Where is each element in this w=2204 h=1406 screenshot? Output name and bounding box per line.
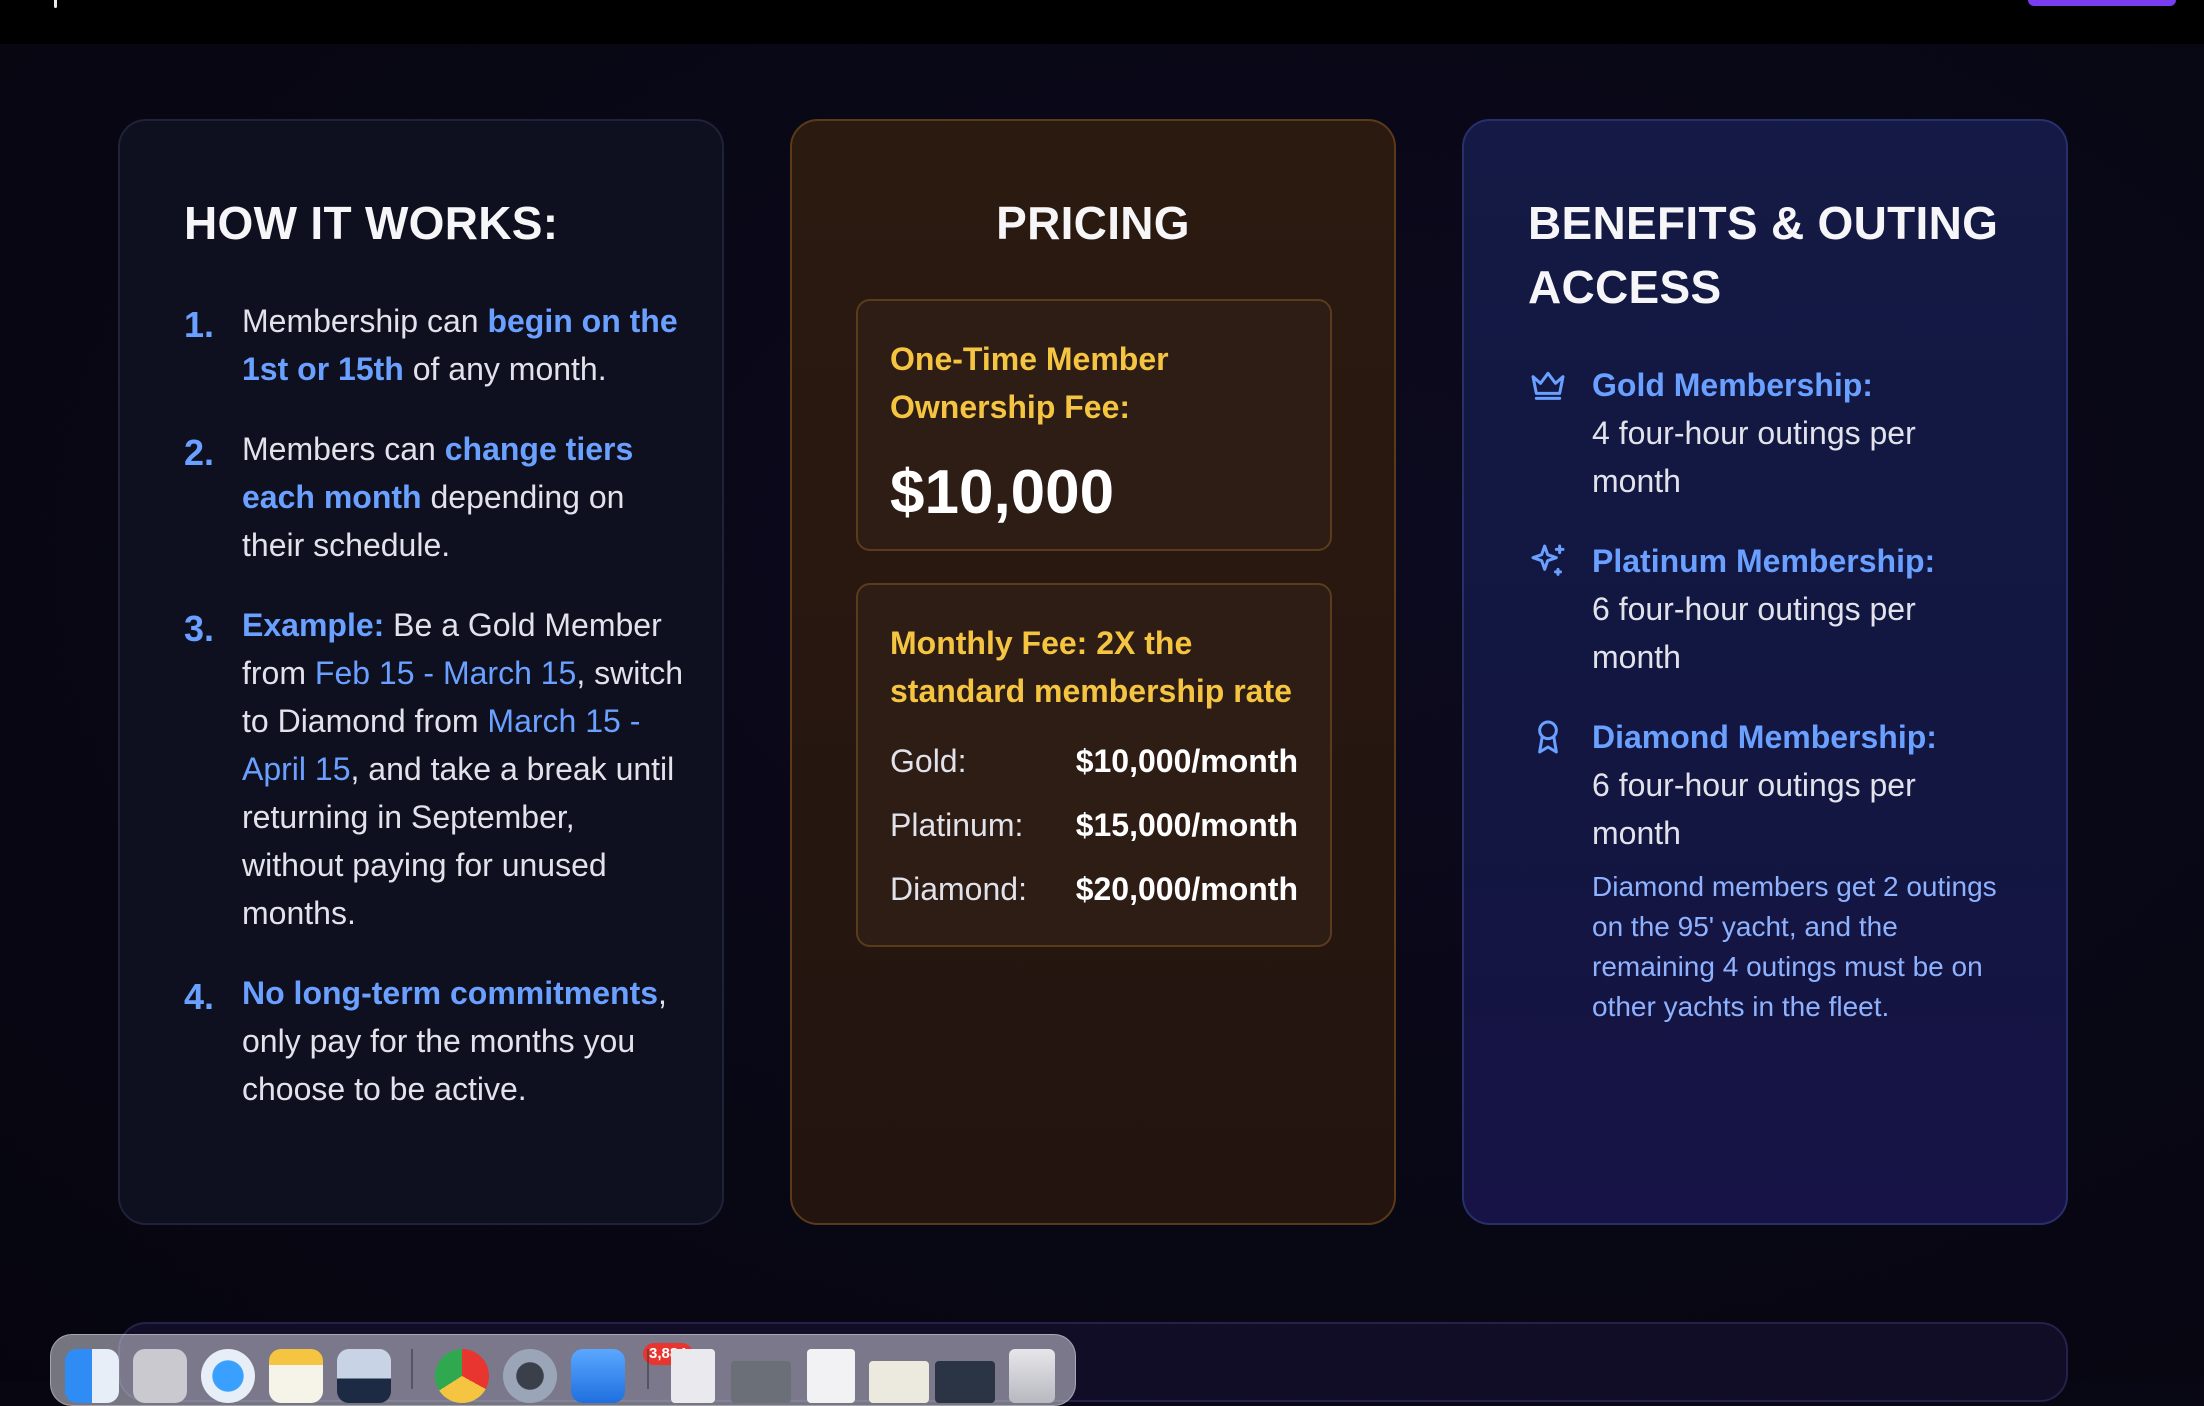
finder-icon[interactable]	[65, 1349, 119, 1403]
benefit-gold: Gold Membership: 4 four-hour outings per…	[1528, 361, 2008, 505]
notes-icon[interactable]	[269, 1349, 323, 1403]
step-text: Example: Be a Gold Member from Feb 15 - …	[242, 607, 684, 931]
rate-list: Gold: $10,000/month Platinum: $15,000/mo…	[890, 729, 1298, 921]
window-icon[interactable]	[869, 1361, 929, 1403]
rate-price: $10,000/month	[1075, 743, 1298, 779]
step-item: 3. Example: Be a Gold Member from Feb 15…	[184, 601, 684, 937]
benefits-card: BENEFITS & OUTING ACCESS Gold Membership…	[1462, 119, 2068, 1225]
monthly-fee-label: Monthly Fee: 2X the standard membership …	[890, 625, 1292, 709]
benefit-diamond: Diamond Membership: 6 four-hour outings …	[1528, 713, 2008, 1027]
one-time-fee-price: $10,000	[890, 458, 1115, 527]
step-item: 4. No long-term commitments, only pay fo…	[184, 969, 684, 1113]
benefit-platinum: Platinum Membership: 6 four-hour outings…	[1528, 537, 2008, 681]
benefit-note: Diamond members get 2 outings on the 95'…	[1592, 871, 1997, 1022]
safari-icon[interactable]	[201, 1349, 255, 1403]
screenshot-icon[interactable]	[731, 1361, 791, 1403]
benefit-title: Gold Membership:	[1592, 367, 1873, 403]
rate-row: Platinum: $15,000/month	[890, 793, 1298, 857]
benefit-desc: 4 four-hour outings per month	[1592, 415, 1916, 499]
macos-dock: 3,884	[50, 1334, 1076, 1406]
rate-tier: Platinum:	[890, 807, 1024, 843]
pricing-card: PRICING One-Time Member Ownership Fee: $…	[790, 119, 1396, 1225]
step-text: Members can change tiers each month depe…	[242, 431, 634, 563]
benefit-title: Platinum Membership:	[1592, 543, 1936, 579]
how-it-works-title: HOW IT WORKS:	[184, 197, 559, 249]
rate-row: Diamond: $20,000/month	[890, 857, 1298, 921]
trash-icon[interactable]	[1009, 1349, 1055, 1403]
step-item: 1. Membership can begin on the 1st or 15…	[184, 297, 684, 393]
step-item: 2. Members can change tiers each month d…	[184, 425, 684, 569]
document-icon[interactable]	[671, 1349, 715, 1403]
rate-row: Gold: $10,000/month	[890, 729, 1298, 793]
step-text: No long-term commitments, only pay for t…	[242, 975, 667, 1107]
step-number: 2.	[184, 432, 215, 473]
sparkle-icon	[1531, 544, 1565, 576]
one-time-fee-label: One-Time Member Ownership Fee:	[890, 341, 1169, 425]
rate-price: $20,000/month	[1075, 871, 1298, 907]
proxyman-icon[interactable]	[503, 1349, 557, 1403]
nav-cta-button[interactable]	[2028, 0, 2176, 6]
dock-separator	[647, 1349, 649, 1389]
how-it-works-card: HOW IT WORKS: 1. Membership can begin on…	[118, 119, 724, 1225]
steps-list: 1. Membership can begin on the 1st or 15…	[184, 297, 684, 1145]
rate-tier: Gold:	[890, 743, 967, 779]
logo-mark[interactable]	[54, 0, 57, 8]
monthly-fee-box: Monthly Fee: 2X the standard membership …	[856, 583, 1332, 947]
rate-price: $15,000/month	[1075, 807, 1298, 843]
award-icon	[1538, 720, 1558, 754]
crown-icon	[1531, 371, 1565, 400]
launchpad-icon[interactable]	[133, 1349, 187, 1403]
benefit-title: Diamond Membership:	[1592, 719, 1937, 755]
benefits-title: BENEFITS & OUTING ACCESS	[1528, 197, 1999, 313]
one-time-fee-box: One-Time Member Ownership Fee: $10,000	[856, 299, 1332, 551]
preview-icon[interactable]	[337, 1349, 391, 1403]
benefit-desc: 6 four-hour outings per month	[1592, 767, 1916, 851]
step-number: 1.	[184, 304, 215, 345]
mail-icon[interactable]	[571, 1349, 625, 1403]
rate-tier: Diamond:	[890, 871, 1027, 907]
top-nav-bar	[0, 0, 2204, 44]
dock-separator	[411, 1349, 413, 1389]
chrome-icon[interactable]	[435, 1349, 489, 1403]
step-text: Membership can begin on the 1st or 15th …	[242, 303, 678, 387]
step-number: 3.	[184, 608, 215, 649]
benefit-desc: 6 four-hour outings per month	[1592, 591, 1916, 675]
document-icon[interactable]	[807, 1349, 855, 1403]
window-icon[interactable]	[935, 1361, 995, 1403]
step-number: 4.	[184, 976, 215, 1017]
pricing-title: PRICING	[996, 197, 1190, 249]
